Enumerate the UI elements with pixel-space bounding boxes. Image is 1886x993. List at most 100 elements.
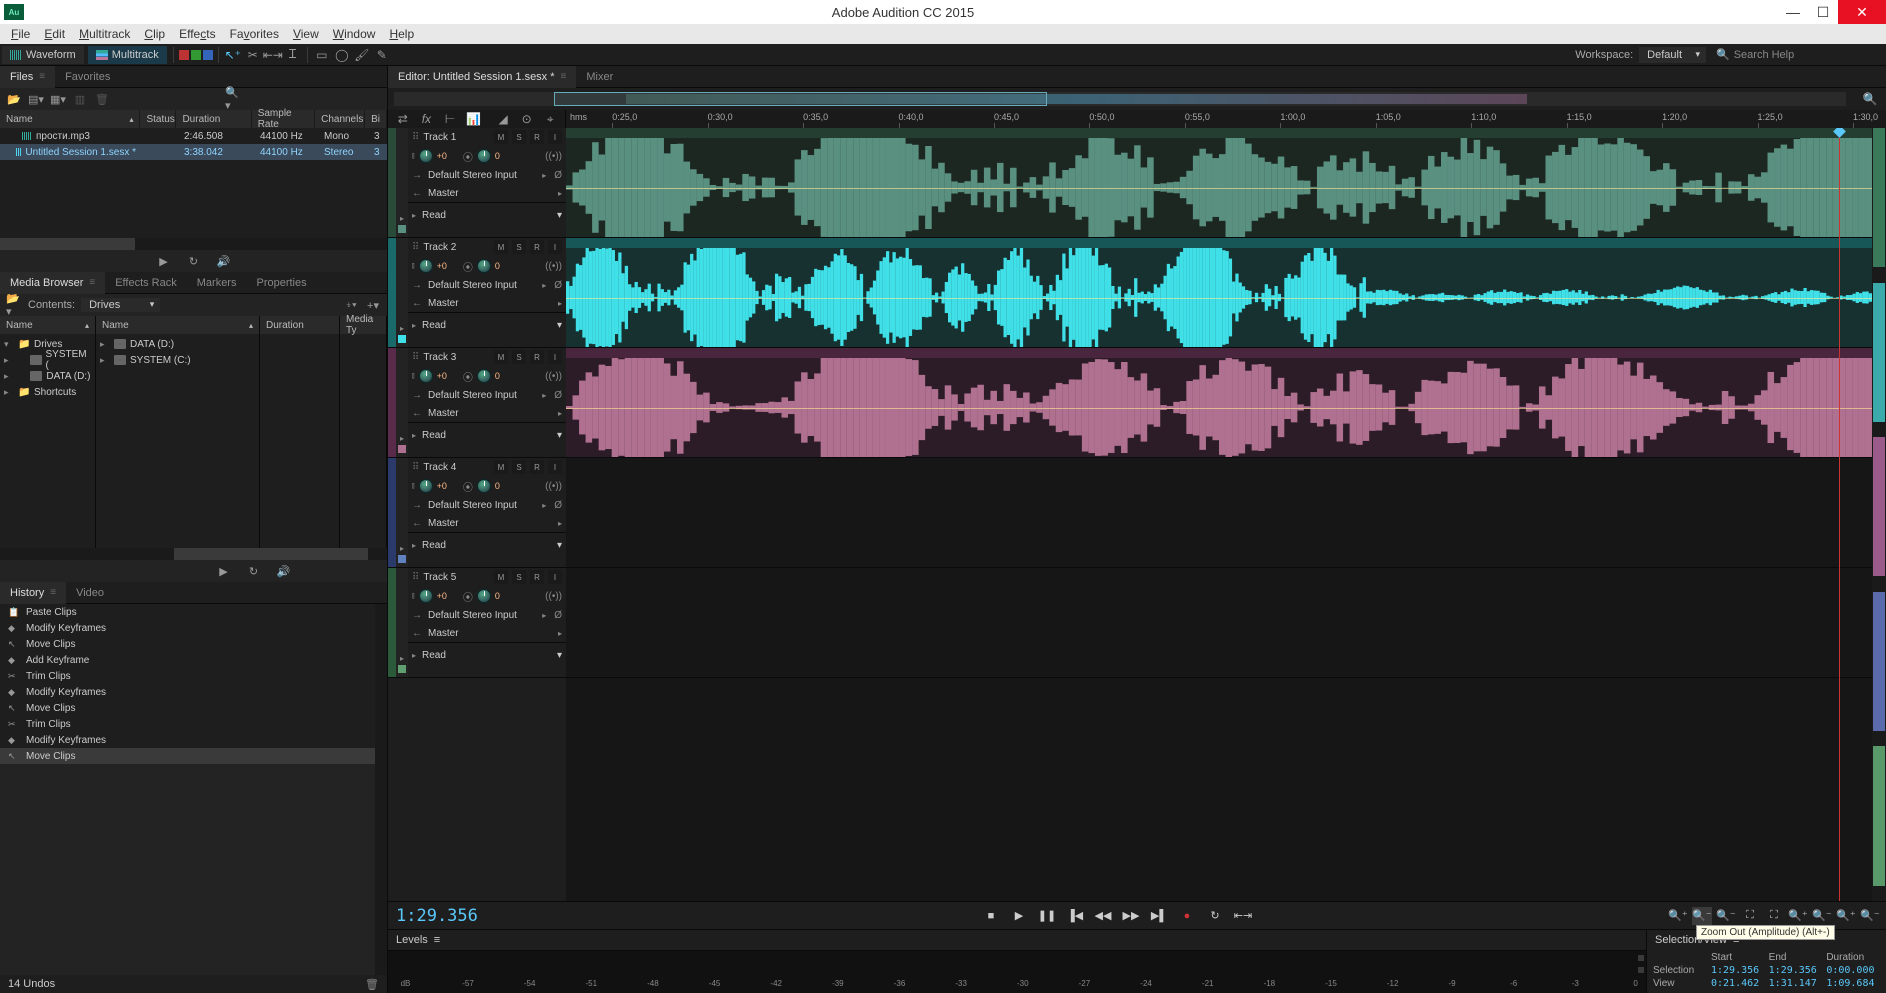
eyedropper-icon[interactable]: ◢	[494, 109, 512, 129]
pan-knob[interactable]	[477, 589, 491, 603]
volume-value[interactable]: +0	[437, 481, 447, 491]
history-item[interactable]: ↖Move Clips	[0, 748, 375, 764]
forward-button[interactable]: ▶▶	[1122, 907, 1140, 925]
i-button[interactable]: I	[548, 350, 562, 364]
menu-file[interactable]: File	[4, 27, 37, 41]
media-col4-header[interactable]: Media Ty	[340, 316, 386, 334]
volume-knob[interactable]	[419, 589, 433, 603]
import-icon[interactable]: ▦▾	[50, 91, 66, 107]
s-button[interactable]: S	[512, 130, 526, 144]
r-button[interactable]: R	[530, 240, 544, 254]
automation-expand-icon[interactable]: ▸	[412, 541, 416, 550]
pan-value[interactable]: 0	[495, 371, 500, 381]
search-help[interactable]: 🔍 Search Help	[1716, 48, 1876, 61]
spot-heal-tool-icon[interactable]: ✎	[372, 45, 392, 65]
nav-up-icon[interactable]: 📂▾	[6, 297, 22, 313]
multitrack-mode-button[interactable]: Multitrack	[88, 46, 167, 64]
volume-value[interactable]: +0	[437, 371, 447, 381]
drag-handle-icon[interactable]: ⠿	[412, 572, 419, 583]
contents-selector[interactable]: Drives	[81, 298, 160, 312]
editor-tab[interactable]: Editor: Untitled Session 1.sesx *≡	[388, 66, 576, 88]
col-bit-depth[interactable]: Bi	[365, 110, 387, 128]
panel-menu-icon[interactable]: ≡	[434, 934, 440, 946]
zoom-out-amplitude-icon[interactable]: 🔍⁻	[1692, 907, 1712, 925]
clip-indicator-l[interactable]	[1638, 955, 1644, 961]
track-name[interactable]: Track 2	[423, 242, 490, 253]
history-list[interactable]: 📋Paste Clips◆Modify Keyframes↖Move Clips…	[0, 604, 375, 764]
zoom-fit-icon[interactable]: 🔍	[1860, 89, 1880, 109]
i-button[interactable]: I	[548, 130, 562, 144]
expand-track-icon[interactable]: ▸	[400, 324, 404, 333]
r-button[interactable]: R	[530, 130, 544, 144]
audio-clip[interactable]	[566, 128, 1872, 237]
volume-knob[interactable]	[419, 369, 433, 383]
history-v-scrollbar[interactable]	[375, 604, 387, 975]
r-button[interactable]: R	[530, 460, 544, 474]
pan-knob[interactable]	[477, 369, 491, 383]
maximize-button[interactable]: ☐	[1808, 0, 1838, 24]
phase-icon[interactable]: Ø	[554, 390, 562, 401]
clip-indicator-r[interactable]	[1638, 967, 1644, 973]
r-button[interactable]: R	[530, 350, 544, 364]
slip-tool-icon[interactable]: ⇤⇥	[263, 45, 283, 65]
open-file-icon[interactable]: 📂	[6, 91, 22, 107]
timeline-ruler[interactable]: hms 0:25,00:30,00:35,00:40,00:45,00:50,0…	[566, 110, 1886, 128]
zoom-full-icon[interactable]: ⛶	[1740, 907, 1760, 925]
track-lane[interactable]	[566, 128, 1872, 238]
history-item[interactable]: ◆Modify Keyframes	[0, 732, 375, 748]
s-button[interactable]: S	[512, 570, 526, 584]
new-file-icon[interactable]: ▤▾	[28, 91, 44, 107]
i-button[interactable]: I	[548, 460, 562, 474]
close-button[interactable]: ✕	[1838, 0, 1886, 24]
tree-item[interactable]: ▸📁Shortcuts	[0, 384, 95, 400]
new-shortcut-icon[interactable]: +▾	[365, 297, 381, 313]
track-input[interactable]: Default Stereo Input	[428, 610, 538, 621]
pan-value[interactable]: 0	[495, 151, 500, 161]
menu-help[interactable]: Help	[382, 27, 421, 41]
drag-handle-icon[interactable]: ⠿	[412, 242, 419, 253]
track-output[interactable]: Master	[428, 298, 554, 309]
menu-multitrack[interactable]: Multitrack	[72, 27, 137, 41]
menu-effects[interactable]: Effects	[172, 27, 222, 41]
automation-menu-icon[interactable]: ▾	[557, 210, 562, 221]
rewind-button[interactable]: ◀◀	[1094, 907, 1112, 925]
volume-knob[interactable]	[419, 259, 433, 273]
m-button[interactable]: M	[494, 570, 508, 584]
menu-view[interactable]: View	[286, 27, 326, 41]
tree-item[interactable]: ▸SYSTEM (C:)	[96, 352, 259, 368]
history-item[interactable]: ✂Trim Clips	[0, 716, 375, 732]
navigator-window[interactable]	[554, 92, 1048, 106]
zoom-out-all-icon[interactable]: 🔍⁻	[1860, 907, 1880, 925]
zoom-out-time-icon[interactable]: 🔍⁻	[1716, 907, 1736, 925]
close-file-icon[interactable]: 🗑	[94, 91, 110, 107]
razor-tool-icon[interactable]: ✂	[243, 45, 263, 65]
track-input[interactable]: Default Stereo Input	[428, 500, 538, 511]
snap-to-icon[interactable]: ⌖	[541, 109, 559, 129]
drag-handle-icon[interactable]: ⠿	[412, 132, 419, 143]
track-lane[interactable]	[566, 458, 1872, 568]
files-h-scrollbar[interactable]	[0, 238, 387, 250]
track-lane[interactable]	[566, 348, 1872, 458]
minimize-button[interactable]: —	[1778, 0, 1808, 24]
zoom-in-all-icon[interactable]: 🔍⁺	[1836, 907, 1856, 925]
history-tab[interactable]: History≡	[0, 582, 66, 604]
file-row[interactable]: Untitled Session 1.sesx *3:38.04244100 H…	[0, 144, 387, 160]
track-output[interactable]: Master	[428, 408, 554, 419]
tree-item[interactable]: ▸ SYSTEM (	[0, 352, 95, 368]
zoom-out-track-icon[interactable]: 🔍⁻	[1812, 907, 1832, 925]
col-name[interactable]: Name▴	[0, 110, 140, 128]
file-row[interactable]: прости.mp32:46.50844100 HzMono3	[0, 128, 387, 144]
i-button[interactable]: I	[548, 570, 562, 584]
col-sample-rate[interactable]: Sample Rate	[252, 110, 315, 128]
phase-icon[interactable]: Ø	[554, 610, 562, 621]
tree-item[interactable]: ▸ DATA (D:)	[0, 368, 95, 384]
pan-knob[interactable]	[477, 149, 491, 163]
automation-expand-icon[interactable]: ▸	[412, 211, 416, 220]
automation-menu-icon[interactable]: ▾	[557, 540, 562, 551]
auto-play-icon[interactable]: 🔊	[276, 563, 292, 579]
tracks-v-scrollbar[interactable]	[1872, 128, 1886, 901]
favorites-tab[interactable]: Favorites	[55, 66, 120, 88]
time-selection-tool-icon[interactable]: Ꮖ	[283, 45, 303, 65]
panel-menu-icon[interactable]: ≡	[89, 277, 95, 288]
go-to-end-button[interactable]: ▶▌	[1150, 907, 1168, 925]
